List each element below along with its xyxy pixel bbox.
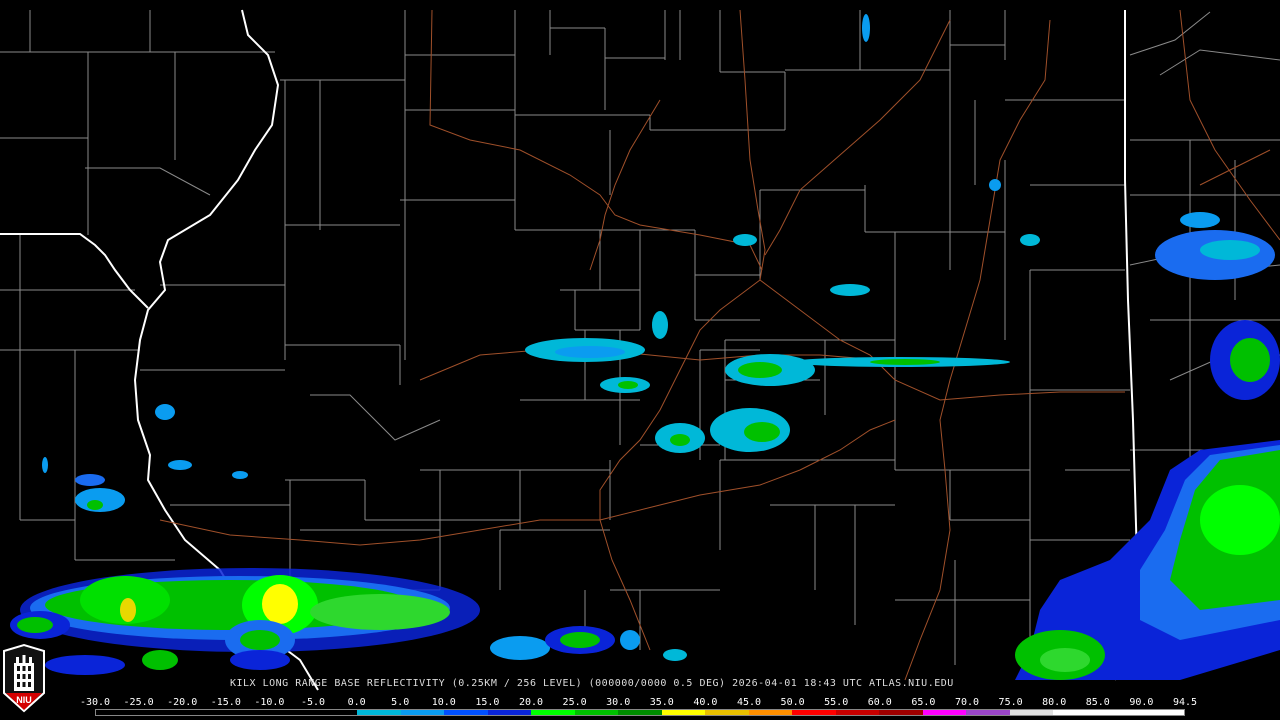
radar-map bbox=[0, 0, 1280, 720]
scale-segment bbox=[1053, 710, 1097, 715]
scale-tick-label: 50.0 bbox=[780, 697, 805, 708]
niu-logo: NIU bbox=[3, 643, 45, 713]
scale-segment bbox=[96, 710, 140, 715]
scale-tick-label: 30.0 bbox=[606, 697, 631, 708]
scale-segment bbox=[661, 710, 706, 715]
scale-segment bbox=[313, 710, 358, 715]
scale-segment bbox=[879, 710, 923, 715]
scale-tick-label: -15.0 bbox=[210, 697, 241, 708]
scale-tick-labels: -30.0 -25.0 -20.0 -15.0 -10.0 -5.0 0.0 5.0 10.0 1… bbox=[80, 697, 1198, 709]
scale-segment bbox=[835, 710, 880, 715]
scale-segment bbox=[966, 710, 1010, 715]
scale-tick-label: 65.0 bbox=[911, 697, 936, 708]
scale-tick-label: 10.0 bbox=[431, 697, 456, 708]
scale-segment bbox=[139, 710, 184, 715]
scale-segment bbox=[357, 710, 401, 715]
scale-segment bbox=[574, 710, 619, 715]
scale-segment bbox=[400, 710, 445, 715]
scale-tick-label: 55.0 bbox=[824, 697, 849, 708]
product-caption: KILX LONG RANGE BASE REFLECTIVITY (0.25K… bbox=[230, 678, 954, 689]
scale-tick-label: -5.0 bbox=[300, 697, 326, 708]
scale-segment bbox=[922, 710, 967, 715]
scale-tick-label: 70.0 bbox=[954, 697, 980, 708]
scale-tick-label: 94.5 bbox=[1172, 697, 1198, 708]
scale-segment bbox=[270, 710, 314, 715]
scale-tick-label: 0.0 bbox=[347, 697, 366, 708]
scale-segment bbox=[444, 710, 488, 715]
scale-tick-label: 45.0 bbox=[736, 697, 762, 708]
scale-segment bbox=[487, 710, 532, 715]
scale-tick-label: -25.0 bbox=[123, 697, 154, 708]
scale-tick-label: -10.0 bbox=[254, 697, 285, 708]
scale-tick-label: 15.0 bbox=[475, 697, 500, 708]
scale-segment bbox=[705, 710, 749, 715]
scale-tick-label: 40.0 bbox=[693, 697, 718, 708]
scale-segment bbox=[792, 710, 836, 715]
scale-tick-label: -20.0 bbox=[167, 697, 198, 708]
reflectivity-color-scale bbox=[95, 709, 1185, 716]
scale-segment bbox=[1140, 710, 1184, 715]
scale-tick-label: 5.0 bbox=[391, 697, 410, 708]
scale-tick-label: -30.0 bbox=[79, 697, 111, 708]
scale-segment bbox=[1009, 710, 1054, 715]
scale-tick-label: 80.0 bbox=[1042, 697, 1067, 708]
scale-segment bbox=[1096, 710, 1141, 715]
scale-segment bbox=[531, 710, 575, 715]
scale-segment bbox=[183, 710, 227, 715]
scale-segment bbox=[226, 710, 271, 715]
scale-tick-label: 90.0 bbox=[1129, 697, 1154, 708]
scale-tick-label: 25.0 bbox=[562, 697, 587, 708]
scale-tick-label: 20.0 bbox=[518, 697, 544, 708]
scale-tick-label: 35.0 bbox=[649, 697, 674, 708]
scale-segment bbox=[618, 710, 662, 715]
scale-tick-label: 85.0 bbox=[1085, 697, 1110, 708]
scale-tick-label: 60.0 bbox=[867, 697, 892, 708]
scale-segment bbox=[748, 710, 793, 715]
scale-tick-label: 75.0 bbox=[998, 697, 1023, 708]
logo-label: NIU bbox=[16, 695, 32, 705]
